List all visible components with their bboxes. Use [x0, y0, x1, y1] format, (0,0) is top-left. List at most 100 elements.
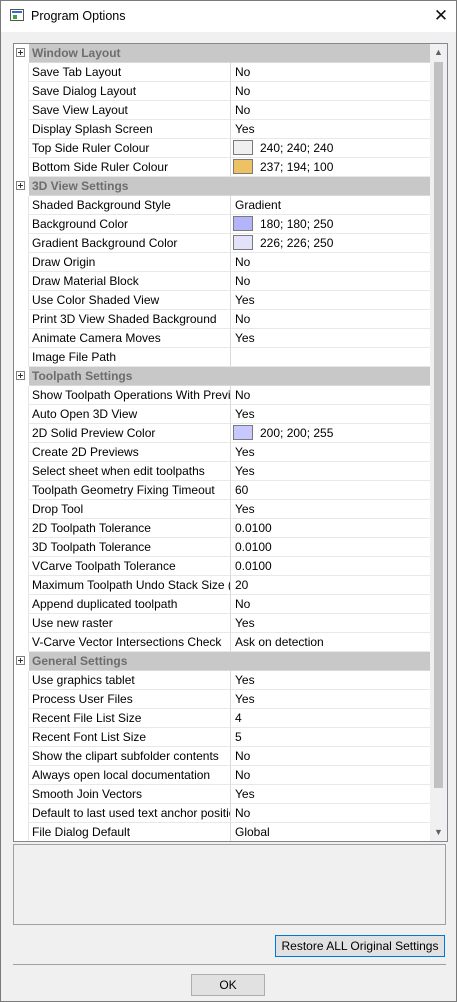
property-name-cell[interactable]: Always open local documentation — [29, 766, 231, 785]
property-row[interactable]: Save View Layout No — [14, 101, 430, 120]
property-value-cell[interactable]: Yes — [231, 690, 430, 709]
property-value-cell[interactable]: 226; 226; 250 — [231, 234, 430, 253]
property-name-cell[interactable]: Toolpath Geometry Fixing Timeout — [29, 481, 231, 500]
property-row[interactable]: Save Tab Layout No — [14, 63, 430, 82]
color-swatch[interactable] — [233, 140, 253, 155]
property-name-cell[interactable]: 2D Solid Preview Color — [29, 424, 231, 443]
ok-button[interactable]: OK — [191, 974, 265, 996]
property-name-cell[interactable]: VCarve Toolpath Tolerance — [29, 557, 231, 576]
property-row[interactable]: Show the clipart subfolder contents No — [14, 747, 430, 766]
expand-collapse-icon[interactable] — [16, 48, 25, 57]
property-value-cell[interactable]: Yes — [231, 500, 430, 519]
category-header[interactable]: Window Layout — [29, 44, 430, 63]
category-row[interactable]: General Settings — [14, 652, 430, 671]
property-name-cell[interactable]: Shaded Background Style — [29, 196, 231, 215]
property-value-cell[interactable]: 60 — [231, 481, 430, 500]
property-row[interactable]: Auto Open 3D View Yes — [14, 405, 430, 424]
property-name-cell[interactable]: Save View Layout — [29, 101, 231, 120]
property-value-cell[interactable]: No — [231, 766, 430, 785]
property-row[interactable]: Save Dialog Layout No — [14, 82, 430, 101]
property-row[interactable]: Gradient Background Color 226; 226; 250 — [14, 234, 430, 253]
scroll-up-arrow-icon[interactable]: ▲ — [430, 44, 447, 61]
property-value-cell[interactable]: Yes — [231, 291, 430, 310]
vertical-scrollbar[interactable]: ▲ ▼ — [430, 44, 447, 841]
property-value-cell[interactable] — [231, 348, 430, 367]
category-header[interactable]: 3D View Settings — [29, 177, 430, 196]
property-value-cell[interactable]: 240; 240; 240 — [231, 139, 430, 158]
property-value-cell[interactable]: 20 — [231, 576, 430, 595]
property-name-cell[interactable]: Gradient Background Color — [29, 234, 231, 253]
property-value-cell[interactable]: 0.0100 — [231, 519, 430, 538]
property-value-cell[interactable]: 5 — [231, 728, 430, 747]
property-name-cell[interactable]: Image File Path — [29, 348, 231, 367]
property-name-cell[interactable]: Draw Material Block — [29, 272, 231, 291]
property-name-cell[interactable]: Background Color — [29, 215, 231, 234]
property-row[interactable]: Image File Path — [14, 348, 430, 367]
property-value-cell[interactable]: 180; 180; 250 — [231, 215, 430, 234]
property-name-cell[interactable]: Maximum Toolpath Undo Stack Size (I — [29, 576, 231, 595]
property-name-cell[interactable]: Use new raster — [29, 614, 231, 633]
property-name-cell[interactable]: Save Dialog Layout — [29, 82, 231, 101]
property-name-cell[interactable]: Process User Files — [29, 690, 231, 709]
property-row[interactable]: 2D Toolpath Tolerance 0.0100 — [14, 519, 430, 538]
property-row[interactable]: VCarve Toolpath Tolerance 0.0100 — [14, 557, 430, 576]
expand-collapse-icon[interactable] — [16, 656, 25, 665]
property-value-cell[interactable]: Gradient — [231, 196, 430, 215]
property-row[interactable]: Display Splash Screen Yes — [14, 120, 430, 139]
property-name-cell[interactable]: Show the clipart subfolder contents — [29, 747, 231, 766]
property-value-cell[interactable]: No — [231, 63, 430, 82]
property-value-cell[interactable]: 0.0100 — [231, 538, 430, 557]
property-row[interactable]: Process User Files Yes — [14, 690, 430, 709]
property-row[interactable]: Create 2D Previews Yes — [14, 443, 430, 462]
property-name-cell[interactable]: V-Carve Vector Intersections Check — [29, 633, 231, 652]
property-row[interactable]: Draw Material Block No — [14, 272, 430, 291]
property-value-cell[interactable]: Yes — [231, 671, 430, 690]
property-row[interactable]: 3D Toolpath Tolerance 0.0100 — [14, 538, 430, 557]
property-name-cell[interactable]: Default to last used text anchor positio — [29, 804, 231, 823]
property-name-cell[interactable]: Use graphics tablet — [29, 671, 231, 690]
property-row[interactable]: Smooth Join Vectors Yes — [14, 785, 430, 804]
property-row[interactable]: Show Toolpath Operations With Previe No — [14, 386, 430, 405]
property-value-cell[interactable]: No — [231, 253, 430, 272]
property-value-cell[interactable]: Yes — [231, 462, 430, 481]
property-row[interactable]: 2D Solid Preview Color 200; 200; 255 — [14, 424, 430, 443]
property-name-cell[interactable]: Show Toolpath Operations With Previe — [29, 386, 231, 405]
color-swatch[interactable] — [233, 159, 253, 174]
property-row[interactable]: Shaded Background Style Gradient — [14, 196, 430, 215]
property-name-cell[interactable]: Append duplicated toolpath — [29, 595, 231, 614]
property-value-cell[interactable]: No — [231, 101, 430, 120]
color-swatch[interactable] — [233, 425, 253, 440]
property-row[interactable]: Bottom Side Ruler Colour 237; 194; 100 — [14, 158, 430, 177]
property-name-cell[interactable]: Smooth Join Vectors — [29, 785, 231, 804]
expand-collapse-icon[interactable] — [16, 371, 25, 380]
property-name-cell[interactable]: 2D Toolpath Tolerance — [29, 519, 231, 538]
property-name-cell[interactable]: Print 3D View Shaded Background — [29, 310, 231, 329]
scroll-down-arrow-icon[interactable]: ▼ — [430, 824, 447, 841]
property-value-cell[interactable]: 200; 200; 255 — [231, 424, 430, 443]
property-value-cell[interactable]: Yes — [231, 614, 430, 633]
property-name-cell[interactable]: Display Splash Screen — [29, 120, 231, 139]
property-value-cell[interactable]: Yes — [231, 120, 430, 139]
close-button[interactable]: ✕ — [428, 4, 454, 28]
property-name-cell[interactable]: Select sheet when edit toolpaths — [29, 462, 231, 481]
property-name-cell[interactable]: Use Color Shaded View — [29, 291, 231, 310]
property-row[interactable]: Default to last used text anchor positio… — [14, 804, 430, 823]
scrollbar-thumb[interactable] — [434, 62, 443, 788]
property-row[interactable]: V-Carve Vector Intersections Check Ask on… — [14, 633, 430, 652]
property-row[interactable]: Background Color 180; 180; 250 — [14, 215, 430, 234]
property-name-cell[interactable]: Top Side Ruler Colour — [29, 139, 231, 158]
property-name-cell[interactable]: File Dialog Default — [29, 823, 231, 841]
property-value-cell[interactable]: 0.0100 — [231, 557, 430, 576]
category-header[interactable]: Toolpath Settings — [29, 367, 430, 386]
property-name-cell[interactable]: Draw Origin — [29, 253, 231, 272]
restore-all-settings-button[interactable]: Restore ALL Original Settings — [275, 935, 445, 957]
property-name-cell[interactable]: Recent Font List Size — [29, 728, 231, 747]
property-value-cell[interactable]: 237; 194; 100 — [231, 158, 430, 177]
property-value-cell[interactable]: No — [231, 804, 430, 823]
property-row[interactable]: Select sheet when edit toolpaths Yes — [14, 462, 430, 481]
property-name-cell[interactable]: Recent File List Size — [29, 709, 231, 728]
property-row[interactable]: Drop Tool Yes — [14, 500, 430, 519]
category-header[interactable]: General Settings — [29, 652, 430, 671]
property-value-cell[interactable]: No — [231, 747, 430, 766]
color-swatch[interactable] — [233, 235, 253, 250]
